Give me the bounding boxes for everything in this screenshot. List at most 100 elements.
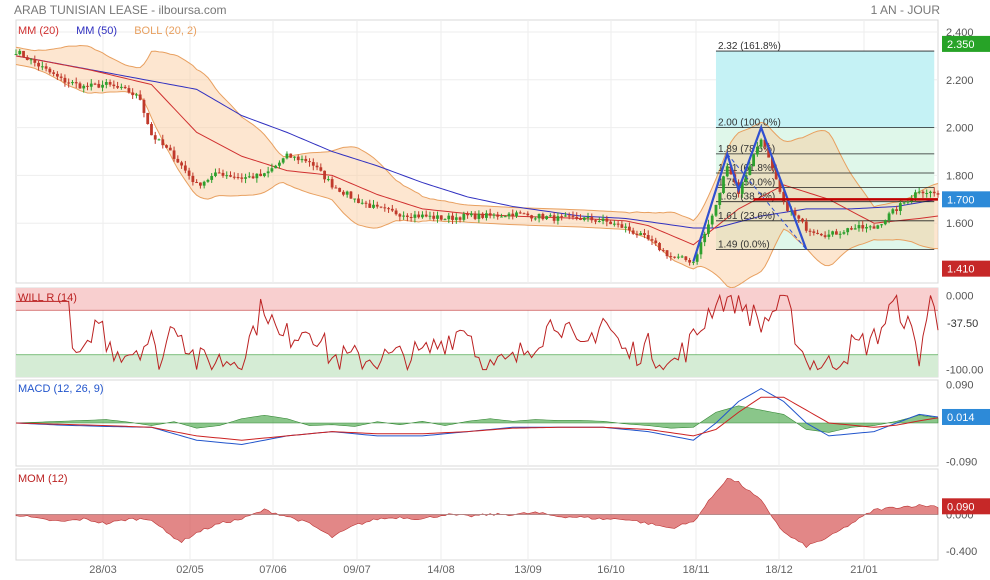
- x-tick-label: 02/05: [176, 564, 204, 576]
- candle: [199, 182, 202, 186]
- candle: [135, 94, 138, 96]
- y-tick-label: -0.090: [946, 457, 977, 469]
- candle: [650, 239, 654, 241]
- candle: [582, 217, 586, 220]
- candle: [616, 223, 620, 225]
- candle: [898, 203, 902, 211]
- candle: [718, 192, 722, 205]
- candle: [379, 206, 383, 208]
- candle: [658, 243, 661, 251]
- candle: [680, 256, 684, 258]
- candle: [236, 177, 240, 179]
- x-tick-label: 18/11: [683, 564, 710, 576]
- candle: [202, 181, 206, 186]
- candle: [417, 214, 421, 218]
- indicator-marker-label: 0.090: [947, 501, 975, 513]
- candle: [545, 216, 549, 220]
- candle: [244, 177, 247, 179]
- candle: [902, 202, 906, 204]
- candle: [383, 207, 387, 209]
- candle: [654, 240, 658, 244]
- candle: [405, 215, 409, 217]
- candle: [496, 214, 500, 217]
- candle: [71, 82, 74, 84]
- candle: [485, 213, 488, 218]
- candle: [180, 162, 183, 166]
- candle: [22, 50, 25, 58]
- candle: [436, 215, 439, 219]
- candle: [293, 156, 296, 158]
- candle: [466, 213, 469, 216]
- candle: [172, 150, 176, 159]
- candle: [300, 158, 304, 161]
- candle: [865, 226, 868, 229]
- candle: [168, 147, 172, 151]
- candle: [195, 182, 199, 184]
- oversold-zone: [16, 354, 938, 377]
- candle: [560, 216, 564, 218]
- candle: [165, 145, 168, 148]
- y-tick-label: 0.090: [946, 379, 974, 391]
- candle: [262, 173, 266, 177]
- candle: [842, 232, 846, 234]
- candle: [819, 233, 823, 236]
- candle: [691, 261, 695, 263]
- candle: [481, 213, 485, 218]
- candle: [936, 193, 940, 195]
- candle: [394, 210, 398, 215]
- y-tick-label: -100.00: [946, 365, 983, 377]
- candle: [507, 213, 511, 217]
- candle: [586, 216, 590, 218]
- candle: [319, 167, 323, 171]
- candle: [225, 175, 229, 177]
- candle: [755, 146, 759, 155]
- candle: [387, 208, 390, 210]
- candle: [353, 198, 357, 200]
- candle: [217, 172, 221, 174]
- y-tick-label: 1.800: [946, 170, 974, 182]
- candle: [131, 92, 135, 96]
- candle: [240, 177, 244, 179]
- candle: [82, 85, 86, 89]
- candle: [522, 213, 526, 215]
- candle: [48, 68, 52, 73]
- candle: [255, 173, 259, 179]
- candle: [590, 216, 594, 221]
- candle: [665, 250, 669, 257]
- candle: [515, 212, 518, 217]
- candle: [609, 221, 612, 225]
- y-tick-label: 2.000: [946, 123, 974, 135]
- candle: [251, 176, 255, 179]
- candle: [548, 215, 552, 217]
- candle: [443, 219, 447, 221]
- candle: [631, 230, 635, 234]
- candle: [914, 192, 917, 198]
- candle: [14, 54, 18, 56]
- candle: [439, 215, 443, 220]
- candle: [571, 215, 575, 217]
- candle: [688, 259, 692, 263]
- candle: [25, 57, 29, 60]
- candle: [398, 214, 402, 217]
- legend-item: BOLL (20, 2): [134, 25, 197, 37]
- candle: [364, 202, 368, 204]
- candle: [887, 213, 891, 221]
- candle: [628, 226, 631, 231]
- candle: [473, 213, 477, 219]
- candle: [161, 139, 165, 146]
- candle: [93, 83, 97, 85]
- candle: [338, 187, 342, 192]
- candle: [451, 215, 454, 220]
- candle: [74, 82, 78, 84]
- candle: [119, 86, 123, 88]
- candle: [29, 59, 33, 61]
- candle: [748, 166, 752, 176]
- indicator-marker-label: 0.014: [947, 412, 975, 424]
- candle: [462, 213, 466, 220]
- candle: [89, 83, 93, 87]
- candle: [33, 59, 37, 63]
- candle: [567, 215, 571, 217]
- candle: [533, 218, 537, 220]
- candle: [315, 165, 319, 168]
- candle: [876, 225, 880, 229]
